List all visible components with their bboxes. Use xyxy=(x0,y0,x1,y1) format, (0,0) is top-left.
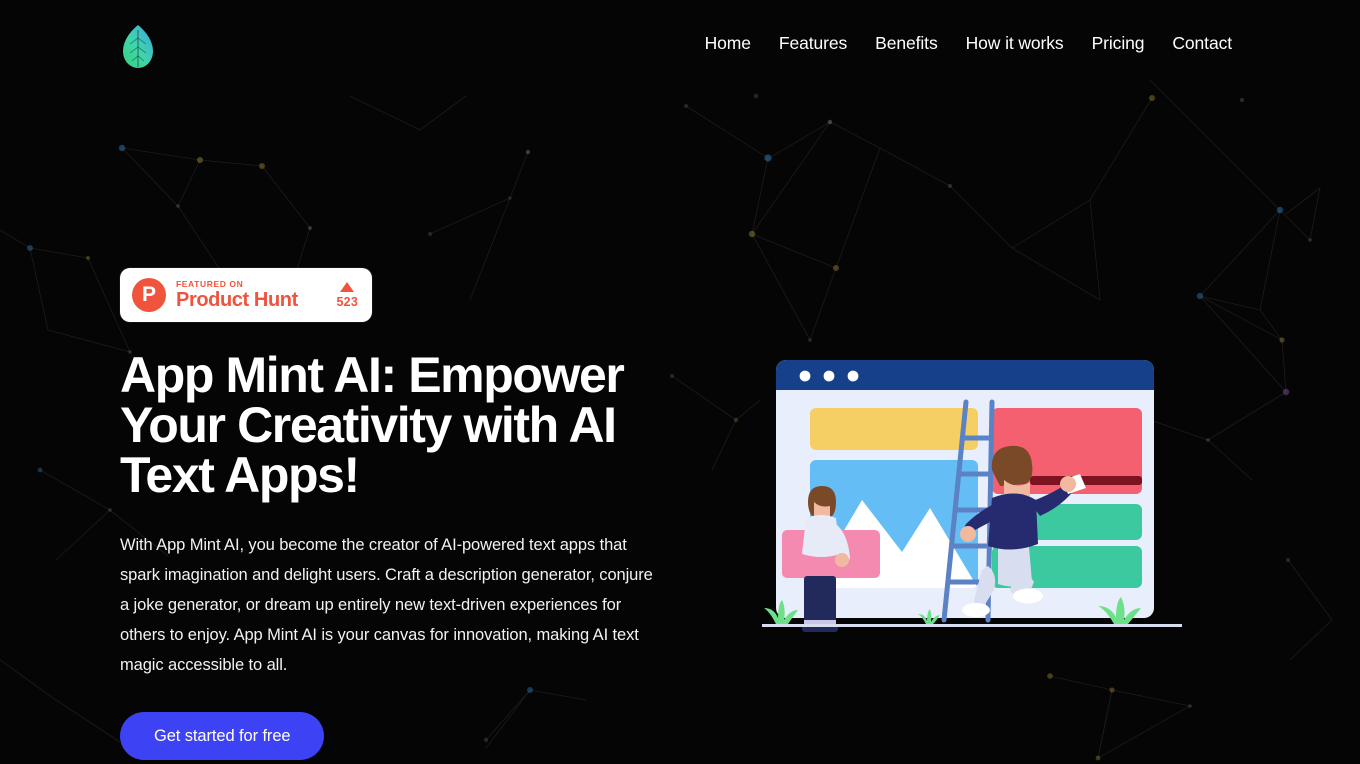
product-hunt-text: FEATURED ON Product Hunt xyxy=(176,279,331,312)
nav-item-contact[interactable]: Contact xyxy=(1172,33,1232,54)
hero-illustration xyxy=(762,352,1182,652)
window-dot-1 xyxy=(799,370,811,382)
product-hunt-name: Product Hunt xyxy=(176,289,298,312)
product-hunt-upvotes[interactable]: 523 xyxy=(336,281,360,309)
hero-subtitle: With App Mint AI, you become the creator… xyxy=(120,536,653,675)
hero-section: P FEATURED ON Product Hunt 523 App Mint … xyxy=(120,268,700,761)
ground-line xyxy=(762,624,1182,627)
product-hunt-logo-letter: P xyxy=(141,283,156,306)
website-builder-illustration xyxy=(762,360,1182,632)
featured-on-label: FEATURED ON xyxy=(176,278,244,289)
product-hunt-badge[interactable]: P FEATURED ON Product Hunt 523 xyxy=(120,268,372,322)
get-started-button[interactable]: Get started for free xyxy=(120,712,325,761)
window-dot-2 xyxy=(823,370,835,382)
brand-logo[interactable] xyxy=(120,22,156,72)
hero-title: App Mint AI: Empower Your Creativity wit… xyxy=(120,347,625,503)
leaf-icon xyxy=(123,25,153,68)
landing-page: Home Features Benefits How it works Pric… xyxy=(0,0,1360,764)
nav-item-how-it-works[interactable]: How it works xyxy=(966,33,1064,54)
nav-item-features[interactable]: Features xyxy=(779,33,847,54)
card-red-bar xyxy=(1030,476,1142,485)
card-yellow xyxy=(810,408,978,450)
triangle-up-icon xyxy=(340,281,355,292)
main-navigation: Home Features Benefits How it works Pric… xyxy=(705,33,1232,54)
nav-item-home[interactable]: Home xyxy=(705,33,751,54)
site-header: Home Features Benefits How it works Pric… xyxy=(0,0,1360,92)
product-hunt-logo-icon: P xyxy=(132,278,166,312)
nav-item-benefits[interactable]: Benefits xyxy=(875,33,938,54)
nav-item-pricing[interactable]: Pricing xyxy=(1092,33,1145,54)
upvote-count: 523 xyxy=(336,294,358,309)
window-dot-3 xyxy=(847,370,859,382)
